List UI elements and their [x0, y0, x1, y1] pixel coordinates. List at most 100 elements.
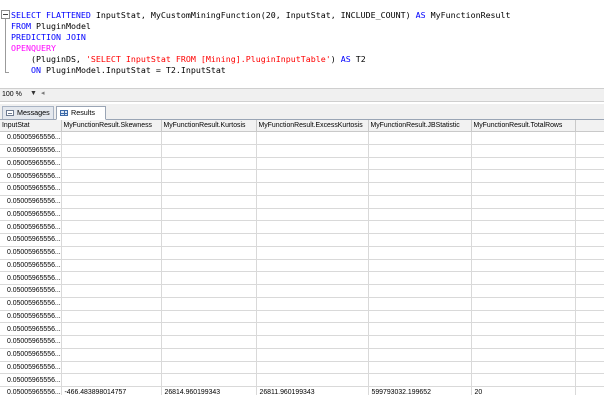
table-cell[interactable]: -466.483898014757 [61, 386, 162, 395]
table-row[interactable]: 0.05005965556... [0, 220, 604, 234]
table-cell[interactable]: 0.05005965556... [0, 348, 62, 362]
table-cell[interactable] [368, 182, 472, 196]
table-row[interactable]: 0.05005965556... [0, 271, 604, 285]
table-cell[interactable]: 0.05005965556... [0, 322, 62, 336]
table-cell[interactable]: 0.05005965556... [0, 297, 62, 311]
table-cell[interactable] [368, 259, 472, 273]
table-row[interactable]: 0.05005965556... [0, 233, 604, 247]
table-cell[interactable] [161, 131, 257, 145]
table-cell[interactable] [368, 310, 472, 324]
table-cell[interactable]: 0.05005965556... [0, 335, 62, 349]
table-cell[interactable] [61, 169, 162, 183]
table-cell[interactable] [368, 220, 472, 234]
table-cell[interactable]: 0.05005965556... [0, 195, 62, 209]
table-cell[interactable] [161, 271, 257, 285]
table-cell[interactable] [61, 335, 162, 349]
table-cell[interactable]: 0.05005965556... [0, 373, 62, 387]
table-cell[interactable] [368, 348, 472, 362]
table-cell[interactable] [471, 361, 576, 375]
table-cell[interactable] [368, 169, 472, 183]
table-cell[interactable]: 0.05005965556... [0, 271, 62, 285]
table-cell[interactable]: 0.05005965556... [0, 220, 62, 234]
table-cell[interactable] [161, 284, 257, 298]
table-cell[interactable] [61, 284, 162, 298]
table-cell[interactable] [161, 348, 257, 362]
table-cell[interactable] [256, 220, 369, 234]
table-row[interactable]: 0.05005965556... [0, 259, 604, 273]
table-cell[interactable]: 0.05005965556... [0, 246, 62, 260]
table-row[interactable]: 0.05005965556... [0, 348, 604, 362]
table-cell[interactable] [61, 361, 162, 375]
table-cell[interactable] [368, 157, 472, 171]
table-row[interactable]: 0.05005965556... [0, 373, 604, 387]
table-cell[interactable]: 0.05005965556... [0, 208, 62, 222]
table-cell[interactable]: 0.05005965556... [0, 386, 62, 395]
table-cell[interactable] [368, 271, 472, 285]
table-cell[interactable]: 0.05005965556... [0, 284, 62, 298]
table-cell[interactable] [256, 131, 369, 145]
table-cell[interactable] [256, 348, 369, 362]
table-cell[interactable] [471, 220, 576, 234]
table-cell[interactable]: 0.05005965556... [0, 233, 62, 247]
table-cell[interactable] [368, 195, 472, 209]
table-cell[interactable] [256, 233, 369, 247]
table-row[interactable]: 0.05005965556... [0, 310, 604, 324]
table-cell[interactable] [471, 182, 576, 196]
table-cell[interactable]: 0.05005965556... [0, 157, 62, 171]
table-cell[interactable] [256, 310, 369, 324]
table-cell[interactable] [161, 144, 257, 158]
table-row[interactable]: 0.05005965556... [0, 131, 604, 145]
table-cell[interactable] [161, 335, 257, 349]
query-editor[interactable]: SELECT FLATTENED InputStat, MyCustomMini… [0, 0, 604, 88]
table-cell[interactable] [161, 297, 257, 311]
table-cell[interactable] [61, 182, 162, 196]
table-cell[interactable]: 0.05005965556... [0, 259, 62, 273]
tab-results[interactable]: Results [56, 106, 106, 120]
table-cell[interactable] [161, 259, 257, 273]
table-row[interactable]: 0.05005965556... [0, 284, 604, 298]
table-row[interactable]: 0.05005965556... [0, 144, 604, 158]
column-header[interactable]: MyFunctionResult.JBStatistic [368, 120, 472, 132]
table-cell[interactable] [61, 246, 162, 260]
table-cell[interactable] [161, 246, 257, 260]
table-cell[interactable] [471, 284, 576, 298]
table-cell[interactable] [161, 361, 257, 375]
table-cell[interactable] [161, 373, 257, 387]
table-cell[interactable] [471, 335, 576, 349]
table-row[interactable]: 0.05005965556... [0, 195, 604, 209]
table-row[interactable]: 0.05005965556... [0, 169, 604, 183]
table-cell[interactable] [61, 271, 162, 285]
table-cell[interactable] [61, 195, 162, 209]
table-row[interactable]: 0.05005965556... [0, 335, 604, 349]
table-cell[interactable]: 0.05005965556... [0, 310, 62, 324]
table-cell[interactable] [471, 157, 576, 171]
tab-messages[interactable]: Messages [2, 106, 54, 119]
table-cell[interactable] [368, 284, 472, 298]
table-cell[interactable] [471, 169, 576, 183]
table-cell[interactable] [61, 131, 162, 145]
table-cell[interactable] [256, 297, 369, 311]
table-row[interactable]: 0.05005965556... -466.483898014757 26814.9… [0, 386, 604, 395]
table-cell[interactable] [161, 182, 257, 196]
table-cell[interactable]: 0.05005965556... [0, 131, 62, 145]
table-cell[interactable] [368, 322, 472, 336]
table-cell[interactable] [256, 182, 369, 196]
table-cell[interactable] [61, 322, 162, 336]
table-cell[interactable] [161, 169, 257, 183]
zoom-level[interactable]: 100 % [2, 91, 22, 98]
table-cell[interactable] [471, 131, 576, 145]
table-cell[interactable] [256, 271, 369, 285]
table-cell[interactable] [61, 144, 162, 158]
table-cell[interactable] [471, 322, 576, 336]
table-cell[interactable] [61, 157, 162, 171]
table-cell[interactable] [161, 310, 257, 324]
table-cell[interactable] [256, 246, 369, 260]
table-row[interactable]: 0.05005965556... [0, 361, 604, 375]
table-cell[interactable]: 0.05005965556... [0, 169, 62, 183]
table-row[interactable]: 0.05005965556... [0, 182, 604, 196]
table-cell[interactable] [61, 220, 162, 234]
table-cell[interactable] [161, 322, 257, 336]
table-cell[interactable] [368, 144, 472, 158]
table-cell[interactable] [471, 208, 576, 222]
table-cell[interactable] [471, 348, 576, 362]
